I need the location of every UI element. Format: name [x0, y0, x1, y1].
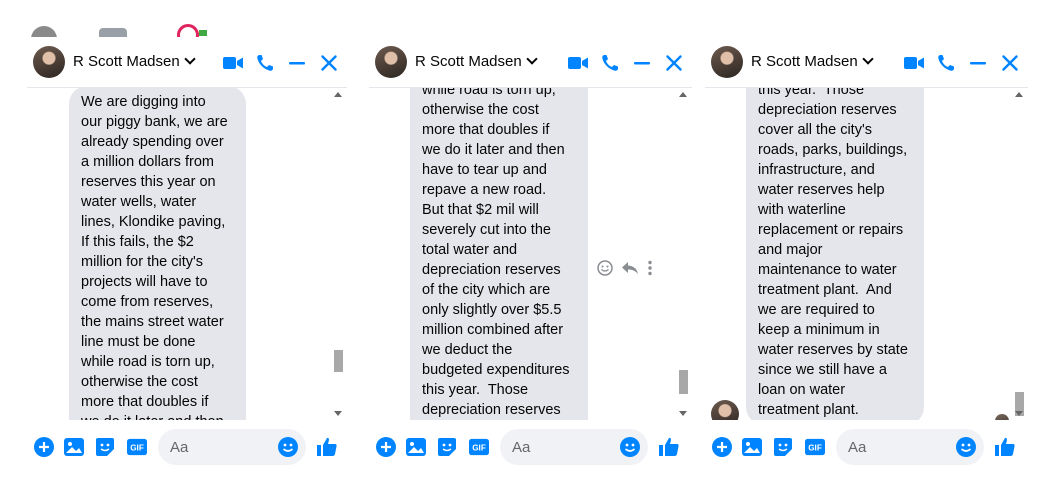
composer-bar: GIF — [369, 420, 692, 470]
contact-avatar[interactable] — [33, 46, 65, 78]
message-input[interactable] — [512, 429, 602, 465]
close-icon[interactable] — [319, 53, 339, 73]
video-call-icon[interactable] — [223, 53, 243, 73]
gif-label: GIF — [130, 444, 144, 453]
composer-bar: GIF — [27, 420, 347, 470]
contact-name: R Scott Madsen — [415, 53, 522, 70]
scroll-up-icon[interactable] — [1015, 92, 1023, 97]
chat-header: R Scott Madsen — [705, 37, 1028, 88]
contact-name: R Scott Madsen — [73, 53, 180, 70]
minimize-icon[interactable] — [968, 53, 988, 73]
scroll-up-icon[interactable] — [679, 92, 687, 97]
video-call-icon[interactable] — [904, 53, 924, 73]
photo-icon[interactable] — [406, 437, 426, 457]
plus-icon[interactable] — [34, 437, 54, 457]
scrollbar[interactable] — [333, 88, 344, 420]
message-bubble: this year. Those depreciation reserves c… — [746, 88, 924, 420]
gif-label: GIF — [472, 444, 486, 453]
scroll-down-icon[interactable] — [679, 411, 687, 416]
plus-icon[interactable] — [712, 437, 732, 457]
thumbs-up-icon[interactable] — [995, 437, 1015, 457]
message-input-box[interactable] — [836, 429, 984, 465]
message-bubble: We are digging into our piggy bank, we a… — [69, 88, 246, 420]
photo-icon[interactable] — [64, 437, 84, 457]
scrollbar-thumb[interactable] — [334, 350, 343, 372]
chat-window-2: R Scott Madsen while road is torn up, ot… — [369, 37, 692, 470]
message-list[interactable]: while road is torn up, otherwise the cos… — [369, 88, 692, 420]
video-call-icon[interactable] — [568, 53, 588, 73]
scrollbar-thumb[interactable] — [679, 370, 688, 394]
contact-name-button[interactable]: R Scott Madsen — [415, 53, 538, 70]
background-window-strip — [27, 0, 347, 37]
sticker-icon[interactable] — [773, 437, 793, 457]
message-input[interactable] — [848, 429, 938, 465]
chevron-down-icon — [184, 53, 196, 65]
chat-window-3: R Scott Madsen this year. Those deprecia… — [705, 37, 1028, 470]
contact-name-button[interactable]: R Scott Madsen — [73, 53, 196, 70]
scrollbar[interactable] — [678, 88, 689, 420]
gif-icon[interactable]: GIF — [127, 437, 147, 457]
sender-avatar — [711, 400, 739, 420]
chevron-down-icon — [862, 53, 874, 65]
gif-icon[interactable]: GIF — [469, 437, 489, 457]
contact-name: R Scott Madsen — [751, 53, 858, 70]
message-actions — [597, 260, 653, 281]
gif-label: GIF — [808, 444, 822, 453]
message-bubble: while road is torn up, otherwise the cos… — [410, 88, 588, 420]
message-list[interactable]: We are digging into our piggy bank, we a… — [27, 88, 347, 420]
gif-icon[interactable]: GIF — [805, 437, 825, 457]
chat-window-1: R Scott Madsen We are digging into our p… — [27, 37, 347, 470]
thumbs-up-icon[interactable] — [659, 437, 679, 457]
phone-call-icon[interactable] — [600, 53, 620, 73]
phone-call-icon[interactable] — [255, 53, 275, 73]
chat-header: R Scott Madsen — [27, 37, 347, 88]
thumbs-up-icon[interactable] — [317, 437, 337, 457]
message-input-box[interactable] — [500, 429, 648, 465]
minimize-icon[interactable] — [632, 53, 652, 73]
more-options-icon[interactable] — [647, 260, 653, 281]
close-icon[interactable] — [1000, 53, 1020, 73]
contact-name-button[interactable]: R Scott Madsen — [751, 53, 874, 70]
sticker-icon[interactable] — [95, 437, 115, 457]
minimize-icon[interactable] — [287, 53, 307, 73]
phone-call-icon[interactable] — [936, 53, 956, 73]
message-input-box[interactable] — [158, 429, 306, 465]
scroll-down-icon[interactable] — [334, 411, 342, 416]
chat-header: R Scott Madsen — [369, 37, 692, 88]
background-badge — [199, 30, 207, 36]
scroll-up-icon[interactable] — [334, 92, 342, 97]
scrollbar[interactable] — [1014, 88, 1025, 420]
scroll-down-icon[interactable] — [1015, 411, 1023, 416]
message-list[interactable]: this year. Those depreciation reserves c… — [705, 88, 1028, 420]
contact-avatar[interactable] — [375, 46, 407, 78]
close-icon[interactable] — [664, 53, 684, 73]
react-icon[interactable] — [597, 260, 613, 281]
contact-avatar[interactable] — [711, 46, 743, 78]
sticker-icon[interactable] — [437, 437, 457, 457]
background-icon — [177, 24, 199, 37]
plus-icon[interactable] — [376, 437, 396, 457]
emoji-icon[interactable] — [620, 437, 640, 457]
composer-bar: GIF — [705, 420, 1028, 470]
emoji-icon[interactable] — [278, 437, 298, 457]
photo-icon[interactable] — [742, 437, 762, 457]
reply-icon[interactable] — [621, 261, 639, 280]
message-input[interactable] — [170, 429, 260, 465]
emoji-icon[interactable] — [956, 437, 976, 457]
chevron-down-icon — [526, 53, 538, 65]
background-thumbnail — [99, 28, 127, 37]
background-avatar — [31, 26, 57, 37]
